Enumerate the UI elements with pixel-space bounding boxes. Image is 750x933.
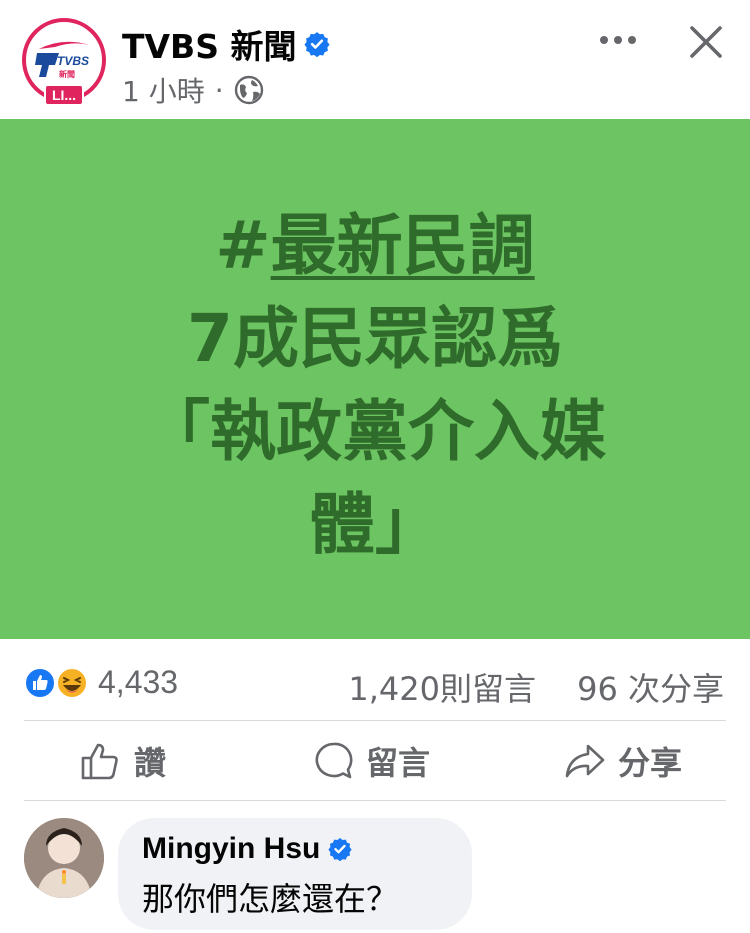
like-button[interactable]: 讚 — [80, 740, 166, 782]
hashtag-link[interactable]: 最新民調 — [271, 207, 535, 284]
card-line-3: 「執政黨介入媒 — [144, 393, 606, 470]
reaction-icons[interactable] — [24, 666, 90, 700]
divider — [24, 720, 726, 721]
page-name-text[interactable]: TVBS 新聞 — [122, 20, 296, 68]
like-label: 讚 — [134, 744, 167, 782]
page-avatar[interactable]: TVBS 新聞 LI... — [22, 18, 106, 106]
share-button[interactable]: 分享 — [564, 740, 682, 782]
shares-count[interactable]: 96 次分享 — [577, 664, 724, 710]
post-header: TVBS 新聞 LI... TVBS 新聞 1 小時 · — [0, 0, 750, 118]
action-bar: 讚 留言 分享 — [0, 722, 750, 800]
comment-bubble[interactable]: Mingyin Hsu 那你們怎麼還在？ — [118, 818, 472, 930]
comment-text: 那你們怎麼還在？ — [142, 880, 399, 918]
card-line-2: 7成民眾認爲 — [187, 300, 563, 377]
post-card-text: #最新民調 7成民眾認爲 「執政黨介入媒 體」 — [0, 199, 750, 571]
thumbs-up-icon — [81, 743, 118, 780]
commenter-photo — [24, 818, 104, 898]
like-reaction-icon — [24, 667, 56, 699]
hashtag-symbol: # — [215, 207, 271, 284]
share-arrow-icon — [565, 744, 605, 778]
card-line-4: 體」 — [309, 486, 441, 563]
verified-badge-icon — [304, 32, 331, 57]
haha-reaction-icon — [56, 667, 88, 699]
post-meta: 1 小時 · — [122, 70, 264, 110]
svg-text:新聞: 新聞 — [59, 69, 75, 79]
post-stats: 4,433 1,420則留言 96 次分享 — [0, 650, 750, 714]
commenter-name[interactable]: Mingyin Hsu — [142, 832, 352, 866]
divider — [24, 800, 726, 801]
hashtag-line: #最新民調 — [0, 199, 750, 292]
post-timestamp[interactable]: 1 小時 — [122, 70, 205, 110]
globe-icon — [234, 75, 263, 105]
comment-item: Mingyin Hsu 那你們怎麼還在？ — [0, 812, 750, 933]
close-icon[interactable] — [686, 22, 726, 62]
more-options-icon[interactable] — [596, 28, 640, 52]
post-text-card[interactable]: #最新民調 7成民眾認爲 「執政黨介入媒 體」 — [0, 119, 750, 639]
live-badge: LI... — [44, 84, 84, 106]
comment-button[interactable]: 留言 — [314, 740, 430, 782]
share-label: 分享 — [618, 744, 683, 782]
comment-label: 留言 — [366, 744, 431, 782]
page-name[interactable]: TVBS 新聞 — [122, 20, 331, 68]
tvbs-logo-icon: TVBS 新聞 — [35, 41, 89, 79]
comments-count[interactable]: 1,420則留言 — [348, 664, 536, 710]
svg-text:TVBS: TVBS — [57, 54, 89, 68]
commenter-avatar[interactable] — [24, 818, 104, 898]
meta-separator: · — [214, 73, 224, 107]
comment-bubble-icon — [315, 742, 353, 779]
reaction-count[interactable]: 4,433 — [98, 664, 178, 701]
commenter-name-text[interactable]: Mingyin Hsu — [142, 832, 320, 866]
verified-badge-icon — [328, 838, 352, 861]
